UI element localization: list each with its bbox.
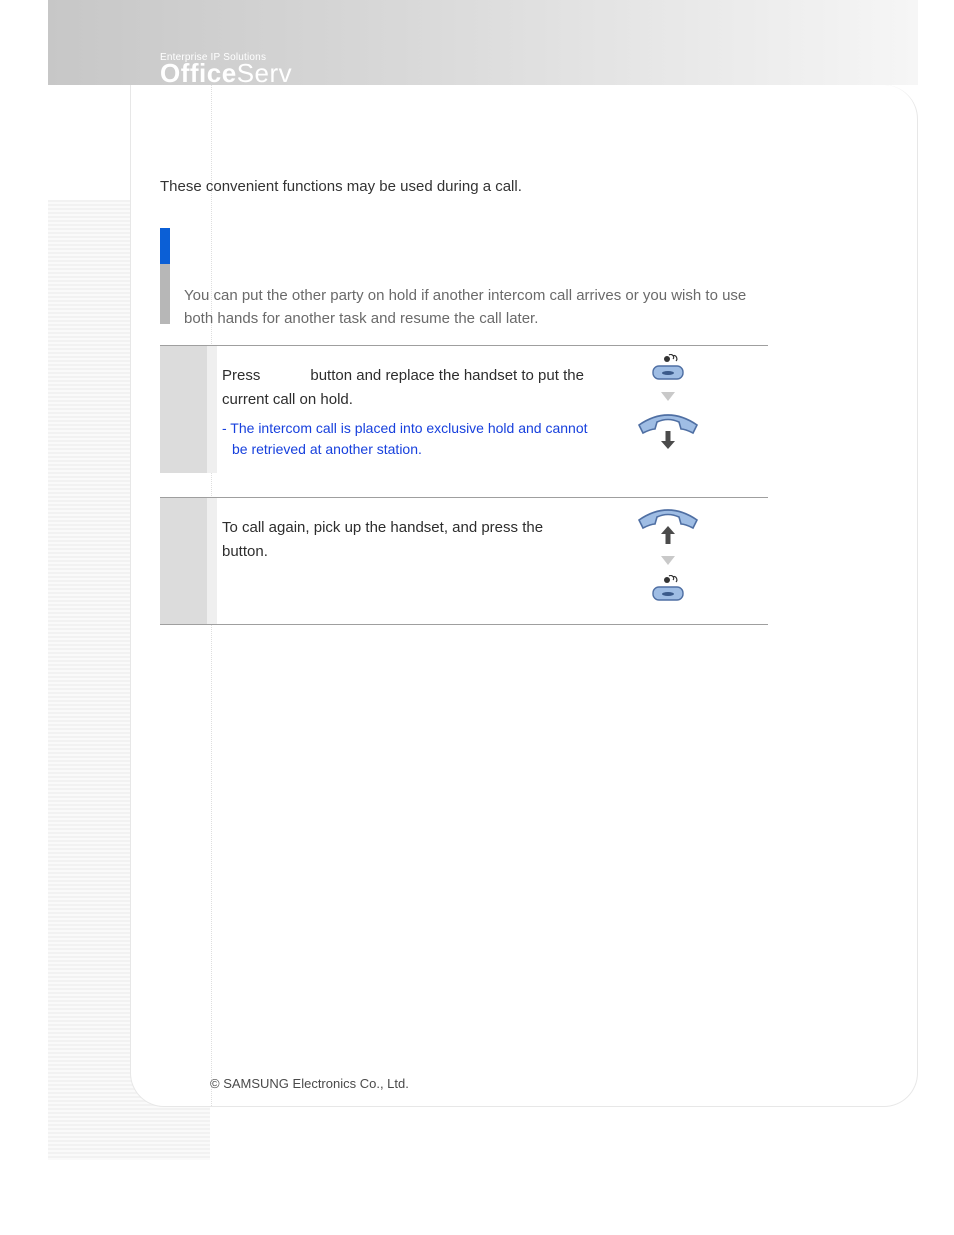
brand-logo-bold: Off	[160, 58, 199, 88]
brand-logo-dot: i	[199, 58, 207, 88]
step-1-text: Press button and replace the handset to …	[222, 364, 592, 460]
step-side	[160, 498, 207, 624]
intro-text: These convenient functions may be used d…	[160, 178, 522, 195]
step-side-inner	[207, 498, 217, 624]
step-1-gap	[265, 367, 307, 384]
section-marker	[160, 228, 170, 324]
step-2-t2: button.	[222, 543, 268, 560]
step-2-icons	[628, 506, 708, 603]
hold-button-icon	[647, 575, 689, 603]
brand-logo-thin: Serv	[237, 58, 292, 88]
step-block-2: To call again, pick up the handset, and …	[160, 497, 768, 625]
chevron-down-icon	[661, 392, 675, 401]
footer-copyright: © SAMSUNG Electronics Co., Ltd.	[210, 1076, 409, 1091]
step-side	[160, 346, 207, 473]
step-2-gap	[547, 519, 585, 536]
hold-button-icon	[647, 354, 689, 382]
step-2-t1: To call again, pick up the handset, and …	[222, 519, 547, 536]
step-block-1: Press button and replace the handset to …	[160, 345, 768, 473]
handset-up-icon	[633, 506, 703, 546]
step-1-note: - The intercom call is placed into exclu…	[222, 418, 592, 460]
step-2-text: To call again, pick up the handset, and …	[222, 516, 592, 564]
chevron-down-icon	[661, 556, 675, 565]
step-side-inner	[207, 346, 217, 473]
section-hold-body: You can put the other party on hold if a…	[184, 284, 768, 331]
step-1-t1: Press	[222, 367, 265, 384]
handset-down-icon	[633, 411, 703, 451]
brand-logo-bold2: ce	[207, 58, 237, 88]
step-1-icons	[628, 354, 708, 451]
